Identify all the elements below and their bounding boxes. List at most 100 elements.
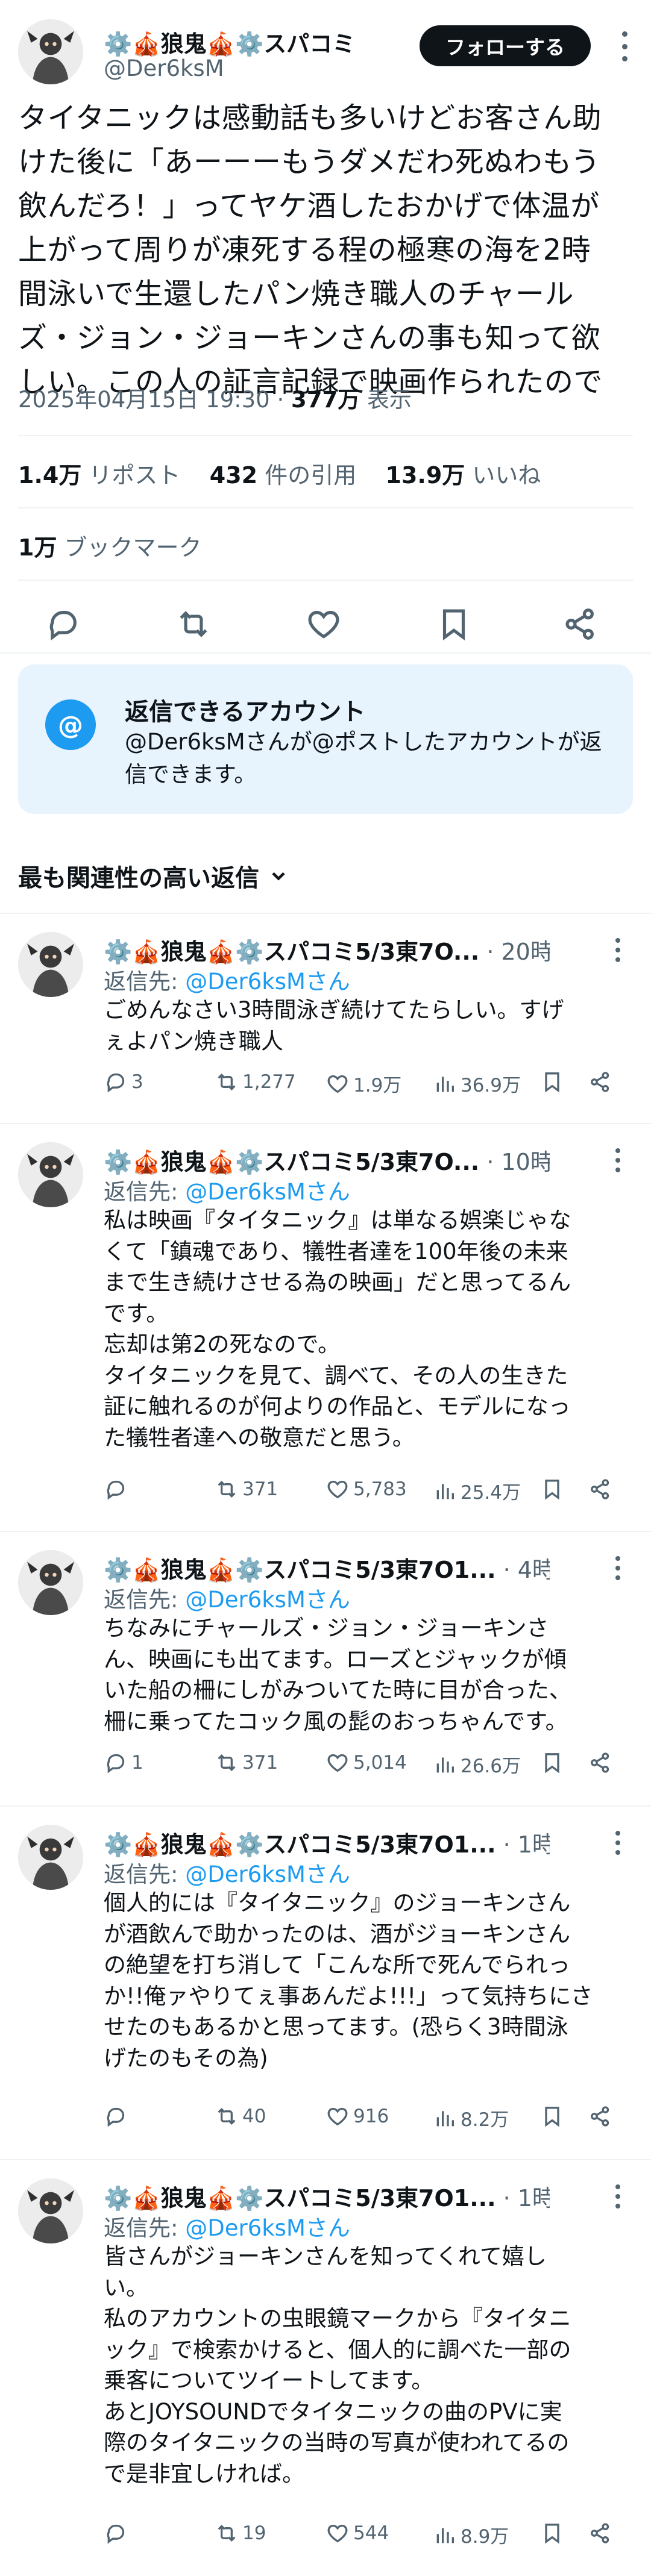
bookmarks-stat[interactable]: 1万 ブックマーク <box>18 529 202 562</box>
reply-item[interactable]: ⚙️🎪狼鬼🎪⚙️スパコミ5/3東7O1... · 4時間返信先: @Der6ks… <box>0 1531 651 1805</box>
chevron-down-icon <box>272 872 285 881</box>
more-options-icon[interactable] <box>615 1148 621 1172</box>
more-options-icon[interactable] <box>615 938 621 962</box>
reply-avatar[interactable] <box>18 2178 83 2243</box>
likes-stat[interactable]: 13.9万 いいね <box>386 462 541 489</box>
bookmark-icon[interactable] <box>540 1070 564 1094</box>
reply-to-handle[interactable]: @Der6ksMさん <box>185 969 350 995</box>
avatar-illustration <box>18 19 83 84</box>
reply-icon <box>104 2104 128 2128</box>
repost-icon <box>215 2104 239 2128</box>
reply-time[interactable]: · 20時間 <box>479 939 550 965</box>
reply-author-name[interactable]: ⚙️🎪狼鬼🎪⚙️スパコミ5/3東7O1... <box>104 2180 496 2213</box>
reply-views-button[interactable]: 25.4万 <box>433 1477 521 1504</box>
reply-like-button[interactable]: 544 <box>326 2521 389 2545</box>
repost-icon <box>215 2521 239 2545</box>
reply-repost-button[interactable]: 19 <box>215 2521 266 2545</box>
share-icon[interactable] <box>588 1751 612 1775</box>
reply-like-button[interactable]: 916 <box>326 2104 389 2128</box>
reply-views-button[interactable]: 8.2万 <box>433 2104 509 2131</box>
views-icon <box>433 1479 457 1503</box>
reply-count: 1 <box>131 1752 143 1774</box>
reply-repost-button[interactable]: 40 <box>215 2104 266 2128</box>
reply-to-handle[interactable]: @Der6ksMさん <box>185 1179 350 1205</box>
quotes-stat[interactable]: 432 件の引用 <box>210 462 356 489</box>
reply-repost-button[interactable]: 1,277 <box>215 1070 296 1094</box>
reply-repost-button[interactable]: 371 <box>215 1751 278 1775</box>
like-icon[interactable] <box>305 605 342 643</box>
reply-avatar[interactable] <box>18 1142 83 1207</box>
views-count: 26.6万 <box>461 1755 521 1777</box>
reply-time[interactable]: · 10時間 <box>479 1149 550 1175</box>
engagement-stats: 1.4万 リポスト 432 件の引用 13.9万 いいね <box>18 457 541 490</box>
author-handle[interactable]: @Der6ksM <box>104 55 224 81</box>
reply-avatar[interactable] <box>18 1550 83 1615</box>
share-icon[interactable] <box>588 1477 612 1501</box>
reply-item[interactable]: ⚙️🎪狼鬼🎪⚙️スパコミ5/3東7O1... · 1時間返信先: @Der6ks… <box>0 2159 651 2576</box>
reply-reply-button[interactable]: 1 <box>104 1751 143 1775</box>
bookmark-icon[interactable] <box>540 2521 564 2545</box>
reply-item[interactable]: ⚙️🎪狼鬼🎪⚙️スパコミ5/3東7O... · 10時間返信先: @Der6ks… <box>0 1123 651 1531</box>
reply-to-handle[interactable]: @Der6ksMさん <box>185 1587 350 1613</box>
reply-like-button[interactable]: 5,783 <box>326 1477 407 1501</box>
like-count: 916 <box>353 2106 389 2127</box>
share-icon[interactable] <box>588 1070 612 1094</box>
reply-sort-label: 最も関連性の高い返信 <box>18 864 259 892</box>
reply-author-name[interactable]: ⚙️🎪狼鬼🎪⚙️スパコミ5/3東7O1... <box>104 1551 496 1584</box>
reposts-stat[interactable]: 1.4万 リポスト <box>18 462 180 489</box>
more-options-icon[interactable] <box>621 31 628 61</box>
reply-time[interactable]: · 1時間 <box>496 2185 550 2212</box>
repost-icon[interactable] <box>175 605 212 643</box>
reply-reply-button[interactable] <box>104 2104 131 2128</box>
post-datetime[interactable]: 2025年04月15日 19:30 · <box>18 387 291 413</box>
bookmark-icon[interactable] <box>540 1751 564 1775</box>
views-icon <box>433 1072 457 1096</box>
reply-time[interactable]: · 4時間 <box>496 1557 550 1583</box>
reply-to-prefix: 返信先: <box>104 1179 186 1205</box>
reply-to: 返信先: @Der6ksMさん <box>104 2210 350 2242</box>
reply-like-button[interactable]: 5,014 <box>326 1751 407 1775</box>
reply-reply-button[interactable]: 3 <box>104 1070 143 1094</box>
reply-item[interactable]: ⚙️🎪狼鬼🎪⚙️スパコミ5/3東7O1... · 1時間返信先: @Der6ks… <box>0 1805 651 2159</box>
reply-views-button[interactable]: 26.6万 <box>433 1751 521 1778</box>
more-options-icon[interactable] <box>615 2184 621 2209</box>
repost-count: 371 <box>242 1478 278 1500</box>
reply-author[interactable]: ⚙️🎪狼鬼🎪⚙️スパコミ5/3東7O1... · 4時間 <box>104 1551 550 1584</box>
reply-views-button[interactable]: 8.9万 <box>433 2521 509 2548</box>
reply-time[interactable]: · 1時間 <box>496 1831 550 1858</box>
reply-author-name[interactable]: ⚙️🎪狼鬼🎪⚙️スパコミ5/3東7O... <box>104 933 479 966</box>
views-count: 8.2万 <box>461 2109 509 2131</box>
follow-button[interactable]: フォローする <box>420 25 591 66</box>
more-options-icon[interactable] <box>615 1556 621 1580</box>
reply-to-handle[interactable]: @Der6ksMさん <box>185 2215 350 2241</box>
author-avatar[interactable] <box>18 19 83 84</box>
bookmark-icon[interactable] <box>435 605 473 643</box>
reply-author-name[interactable]: ⚙️🎪狼鬼🎪⚙️スパコミ5/3東7O... <box>104 1143 479 1177</box>
bookmark-icon[interactable] <box>540 1477 564 1501</box>
reply-author[interactable]: ⚙️🎪狼鬼🎪⚙️スパコミ5/3東7O... · 20時間 <box>104 933 550 966</box>
reply-to-handle[interactable]: @Der6ksMさん <box>185 1862 350 1887</box>
reply-author[interactable]: ⚙️🎪狼鬼🎪⚙️スパコミ5/3東7O1... · 1時間 <box>104 2180 550 2213</box>
reply-reply-button[interactable] <box>104 2521 131 2545</box>
share-icon[interactable] <box>588 2104 612 2128</box>
share-icon[interactable] <box>588 2521 612 2545</box>
reply-repost-button[interactable]: 371 <box>215 1477 278 1501</box>
bookmark-icon[interactable] <box>540 2104 564 2128</box>
views-count: 25.4万 <box>461 1482 521 1504</box>
more-options-icon[interactable] <box>615 1831 621 1855</box>
repost-count: 19 <box>242 2522 266 2544</box>
reply-like-button[interactable]: 1.9万 <box>326 1070 401 1097</box>
reply-views-button[interactable]: 36.9万 <box>433 1070 521 1097</box>
reply-avatar[interactable] <box>18 932 83 997</box>
reply-reply-button[interactable] <box>104 1477 131 1501</box>
reply-item[interactable]: ⚙️🎪狼鬼🎪⚙️スパコミ5/3東7O... · 20時間返信先: @Der6ks… <box>0 913 651 1123</box>
reply-avatar[interactable] <box>18 1825 83 1890</box>
reply-icon[interactable] <box>45 605 82 643</box>
reply-author[interactable]: ⚙️🎪狼鬼🎪⚙️スパコミ5/3東7O... · 10時間 <box>104 1143 550 1177</box>
reply-author[interactable]: ⚙️🎪狼鬼🎪⚙️スパコミ5/3東7O1... · 1時間 <box>104 1826 550 1859</box>
reply-icon <box>104 2521 128 2545</box>
reply-author-name[interactable]: ⚙️🎪狼鬼🎪⚙️スパコミ5/3東7O1... <box>104 1826 496 1859</box>
author-name[interactable]: ⚙️🎪狼鬼🎪⚙️スパコミ <box>104 25 355 58</box>
share-icon[interactable] <box>562 605 599 643</box>
reply-sort-dropdown[interactable]: 最も関連性の高い返信 <box>18 858 289 893</box>
